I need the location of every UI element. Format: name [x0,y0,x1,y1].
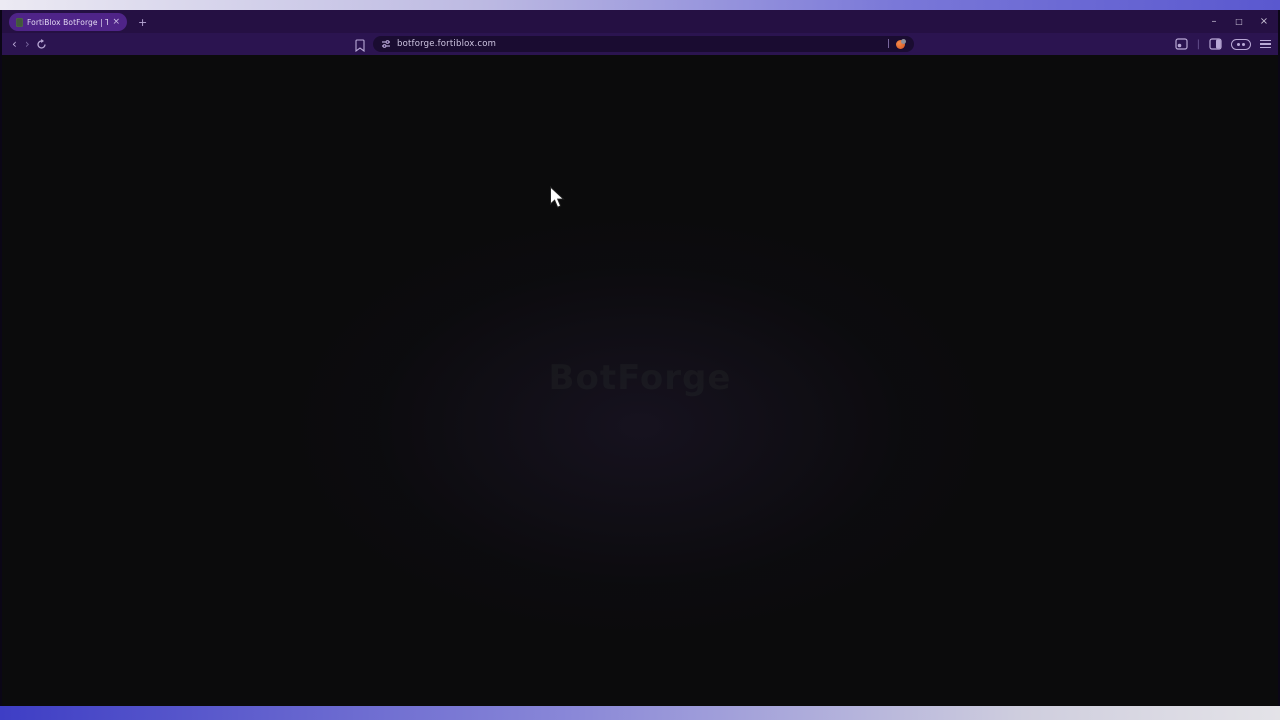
close-button[interactable]: × [1258,16,1270,27]
tab-botforge[interactable]: FortiBlox BotForge | Telegram P × [9,13,127,31]
hamburger-icon [1260,40,1271,42]
sidebar-toggle-icon [1209,38,1222,50]
bot-favicon [16,18,23,27]
url-bar[interactable]: botforge.fortiblox.com | [373,36,914,52]
sidebar-toggle-button[interactable] [1209,38,1222,50]
back-button[interactable]: ‹ [8,38,21,50]
tab-bar: FortiBlox BotForge | Telegram P × + – □ … [2,10,1278,33]
tune-icon [381,39,391,49]
extensions-button[interactable] [1231,39,1251,50]
tab-close-icon[interactable]: × [112,18,120,27]
desktop-top-strip [0,0,1280,10]
toolbar-separator: | [1197,39,1200,50]
forward-button[interactable]: › [21,38,34,50]
desktop-bottom-strip [0,706,1280,720]
hamburger-icon [1260,43,1271,45]
picture-in-picture-icon [1175,38,1188,50]
toolbar-right-icons: | [1175,33,1271,55]
url-text: botforge.fortiblox.com [397,39,496,49]
screen: FortiBlox BotForge | Telegram P × + – □ … [0,0,1280,720]
reload-button[interactable] [36,39,47,50]
maximize-button[interactable]: □ [1233,17,1245,26]
navigation-toolbar: ‹ › botforge.forti [2,33,1278,55]
reload-icon [36,39,47,50]
bookmarks-button[interactable] [355,37,365,56]
picture-in-picture-button[interactable] [1175,38,1188,50]
botforge-loading-watermark: BotForge [549,358,732,398]
browser-window: FortiBlox BotForge | Telegram P × + – □ … [0,10,1280,706]
extension-avatar-icon[interactable] [896,39,906,49]
tab-title: FortiBlox BotForge | Telegram P [27,18,108,27]
menu-button[interactable] [1260,40,1271,49]
extension-gray-dot-icon [901,39,906,44]
bookmark-icon [355,39,365,52]
hamburger-icon [1260,47,1271,49]
new-tab-button[interactable]: + [138,17,147,28]
ellipsis-pill-icon [1237,43,1240,46]
minimize-button[interactable]: – [1208,16,1220,27]
url-separator: | [887,39,890,49]
ellipsis-pill-icon [1242,43,1245,46]
page-content: BotForge [2,55,1278,706]
mouse-cursor [549,186,568,209]
window-controls: – □ × [1208,10,1270,33]
